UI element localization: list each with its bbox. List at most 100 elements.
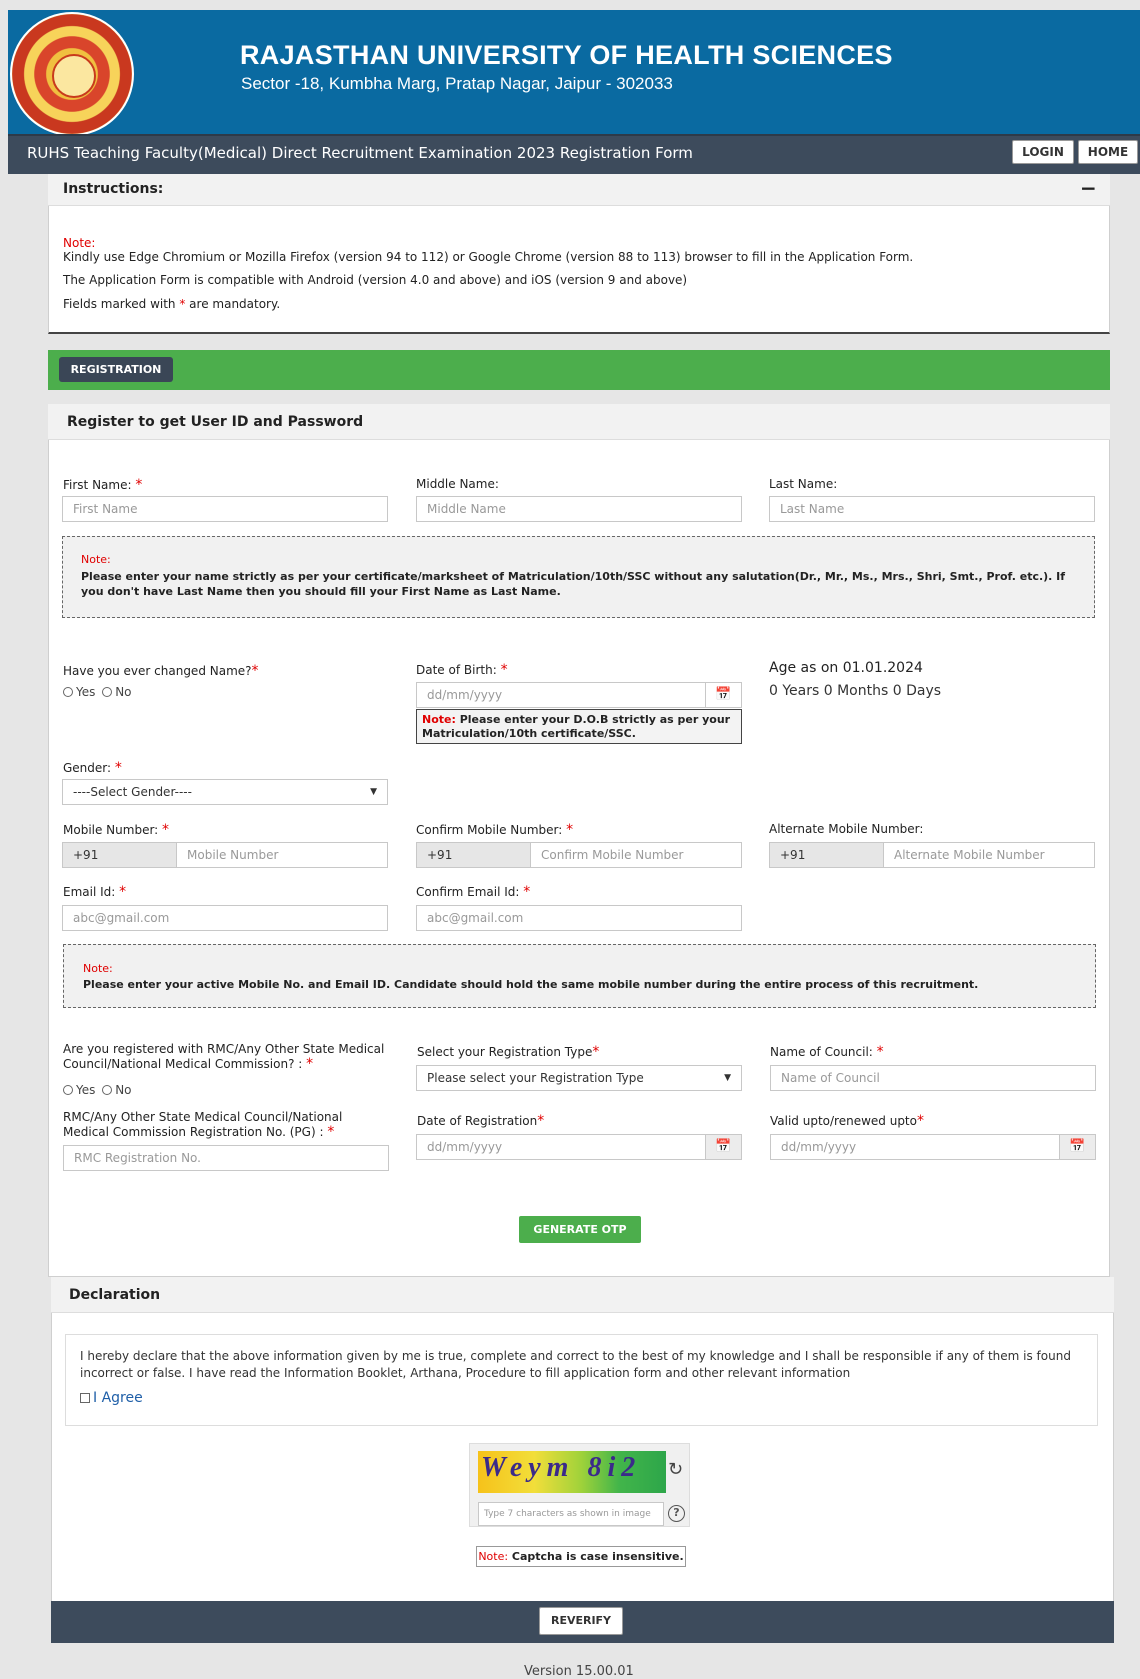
required-star: * xyxy=(306,1056,314,1072)
first-name-input[interactable]: First Name xyxy=(62,496,388,522)
required-star: * xyxy=(537,1113,545,1129)
login-button[interactable]: LOGIN xyxy=(1012,140,1074,164)
dob-note: Note: Please enter your D.O.B strictly a… xyxy=(416,709,742,744)
confirm-mobile-input[interactable]: Confirm Mobile Number xyxy=(530,842,742,868)
council-registered-label-line-2: Council/National Medical Commission? : xyxy=(63,1057,303,1071)
registration-tab[interactable]: REGISTRATION xyxy=(59,357,173,382)
instructions-line-3-text: Fields marked with xyxy=(63,297,180,311)
instructions-line-1: Kindly use Edge Chromium or Mozilla Fire… xyxy=(63,250,914,264)
council-radio-group: Yes No xyxy=(63,1083,132,1097)
captcha-image-text: Weym 8i2 xyxy=(481,1452,641,1484)
university-logo xyxy=(10,12,134,136)
gender-select[interactable]: ----Select Gender---- ▼ xyxy=(62,779,388,805)
changed-name-no-radio[interactable] xyxy=(102,687,113,697)
dropdown-caret-icon: ▼ xyxy=(724,1073,731,1083)
dropdown-caret-icon: ▼ xyxy=(370,787,377,797)
collapse-icon[interactable]: − xyxy=(1080,176,1097,200)
help-icon[interactable]: ? xyxy=(668,1505,685,1522)
required-star: * xyxy=(592,1044,600,1060)
reverify-button[interactable]: REVERIFY xyxy=(539,1607,623,1635)
registration-number-input[interactable]: RMC Registration No. xyxy=(63,1145,389,1171)
agree-checkbox[interactable] xyxy=(80,1393,90,1403)
mobile-label-text: Mobile Number: xyxy=(63,823,159,837)
declaration-text: I hereby declare that the above informat… xyxy=(80,1349,1071,1380)
contact-note-text: Please enter your active Mobile No. and … xyxy=(83,978,979,991)
captcha-note-text: Captcha is case insensitive. xyxy=(508,1550,684,1563)
dob-label-text: Date of Birth: xyxy=(416,663,497,677)
agree-label: I Agree xyxy=(93,1390,143,1406)
declaration-header xyxy=(51,1277,1114,1313)
email-label: Email Id: * xyxy=(63,884,126,900)
age-label: Age as on 01.01.2024 xyxy=(769,660,923,676)
required-star: * xyxy=(251,663,259,679)
site-header xyxy=(8,10,1140,134)
logo-emblem xyxy=(52,54,96,98)
alternate-mobile-prefix: +91 xyxy=(769,842,884,868)
calendar-icon[interactable]: 📅 xyxy=(1059,1134,1096,1160)
valid-upto-label-text: Valid upto/renewed upto xyxy=(770,1114,917,1128)
confirm-mobile-label: Confirm Mobile Number: * xyxy=(416,822,573,838)
mobile-input[interactable]: Mobile Number xyxy=(176,842,388,868)
required-star: * xyxy=(135,477,143,493)
first-name-label-text: First Name: xyxy=(63,478,132,492)
registration-number-label-line-1: RMC/Any Other State Medical Council/Nati… xyxy=(63,1110,343,1124)
form-title: RUHS Teaching Faculty(Medical) Direct Re… xyxy=(27,144,693,162)
age-value: 0 Years 0 Months 0 Days xyxy=(769,683,942,699)
council-name-input[interactable]: Name of Council xyxy=(770,1065,1096,1091)
registration-type-label-text: Select your Registration Type xyxy=(417,1045,593,1059)
captcha-input[interactable]: Type 7 characters as shown in image xyxy=(478,1502,664,1526)
calendar-icon[interactable]: 📅 xyxy=(705,1134,742,1160)
valid-upto-input[interactable]: dd/mm/yyyy xyxy=(770,1134,1060,1160)
council-registered-label-line-1: Are you registered with RMC/Any Other St… xyxy=(63,1042,385,1056)
instructions-header xyxy=(48,174,1110,206)
gender-label-text: Gender: xyxy=(63,761,112,775)
registration-date-label: Date of Registration* xyxy=(417,1113,544,1129)
confirm-email-label: Confirm Email Id: * xyxy=(416,884,530,900)
version-text: Version 15.00.01 xyxy=(524,1664,634,1679)
required-star: * xyxy=(500,662,508,678)
registration-type-select[interactable]: Please select your Registration Type ▼ xyxy=(416,1065,742,1091)
gender-label: Gender: * xyxy=(63,760,122,776)
confirm-email-input[interactable]: abc@gmail.com xyxy=(416,905,742,931)
registration-type-selected-value: Please select your Registration Type xyxy=(427,1071,644,1085)
email-input[interactable]: abc@gmail.com xyxy=(62,905,388,931)
university-title: RAJASTHAN UNIVERSITY OF HEALTH SCIENCES xyxy=(240,40,893,70)
required-star: * xyxy=(566,822,574,838)
gender-selected-value: ----Select Gender---- xyxy=(73,785,192,799)
last-name-input[interactable]: Last Name xyxy=(769,496,1095,522)
confirm-mobile-prefix: +91 xyxy=(416,842,531,868)
registration-date-input[interactable]: dd/mm/yyyy xyxy=(416,1134,706,1160)
registration-number-label: RMC/Any Other State Medical Council/Nati… xyxy=(63,1110,342,1140)
required-star: * xyxy=(119,884,127,900)
changed-name-radio-group: Yes No xyxy=(63,685,132,699)
first-name-label: First Name: * xyxy=(63,477,142,493)
council-no-radio[interactable] xyxy=(102,1085,113,1095)
dob-input[interactable]: dd/mm/yyyy xyxy=(416,682,706,708)
confirm-email-label-text: Confirm Email Id: xyxy=(416,885,520,899)
captcha-note-label: Note: xyxy=(478,1550,509,1563)
instructions-line-3: Fields marked with * are mandatory. xyxy=(63,297,280,311)
captcha-note: Note: Captcha is case insensitive. xyxy=(476,1546,686,1567)
alternate-mobile-input[interactable]: Alternate Mobile Number xyxy=(883,842,1095,868)
instructions-line-2: The Application Form is compatible with … xyxy=(63,273,688,287)
generate-otp-button[interactable]: GENERATE OTP xyxy=(519,1216,641,1243)
registration-tab-bar xyxy=(48,350,1110,390)
required-star: * xyxy=(523,884,531,900)
instructions-note-label: Note: xyxy=(63,236,96,250)
agree-checkbox-row[interactable]: I Agree xyxy=(80,1390,143,1406)
changed-name-label-text: Have you ever changed Name? xyxy=(63,664,252,678)
yes-label: Yes xyxy=(76,685,96,699)
university-address: Sector -18, Kumbha Marg, Pratap Nagar, J… xyxy=(241,74,673,93)
name-note-label: Note: xyxy=(81,553,111,566)
home-button[interactable]: HOME xyxy=(1078,140,1138,164)
middle-name-input[interactable]: Middle Name xyxy=(416,496,742,522)
instructions-title: Instructions: xyxy=(63,181,164,197)
calendar-icon[interactable]: 📅 xyxy=(705,682,742,708)
no-label: No xyxy=(115,685,132,699)
last-name-label: Last Name: xyxy=(769,477,838,491)
yes-label: Yes xyxy=(76,1083,96,1097)
refresh-icon[interactable]: ↻ xyxy=(668,1459,683,1480)
changed-name-yes-radio[interactable] xyxy=(63,687,73,697)
council-yes-radio[interactable] xyxy=(63,1085,73,1095)
required-star: * xyxy=(114,760,122,776)
